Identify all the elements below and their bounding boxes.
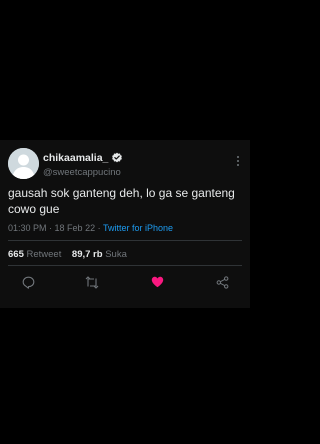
tweet-meta: 01:30 PM · 18 Feb 22 · Twitter for iPhon… xyxy=(8,223,173,233)
reply-icon xyxy=(22,276,34,289)
retweet-count[interactable]: 665 xyxy=(8,249,24,260)
share-button[interactable] xyxy=(211,271,233,293)
like-count[interactable]: 89,7 rb xyxy=(72,249,103,260)
divider xyxy=(8,265,242,266)
reply-button[interactable] xyxy=(17,271,39,293)
action-bar xyxy=(0,271,250,293)
tweet-text: gausah sok ganteng deh, lo ga se ganteng… xyxy=(8,186,235,216)
tweet-date: 18 Feb 22 xyxy=(54,223,96,233)
like-label[interactable]: Suka xyxy=(105,249,127,260)
heart-icon xyxy=(151,276,163,288)
author-handle[interactable]: @sweetcappucino xyxy=(43,167,121,178)
engagement-stats: 665 Retweet 89,7 rb Suka xyxy=(8,249,127,260)
tweet-card[interactable]: chikaamalia_ @sweetcappucino gausah sok … xyxy=(0,140,250,308)
author-name-row: chikaamalia_ xyxy=(43,151,123,165)
tweet-source[interactable]: Twitter for iPhone xyxy=(103,223,173,233)
display-name[interactable]: chikaamalia_ xyxy=(43,152,108,164)
retweet-icon xyxy=(85,275,99,289)
tweet-time: 01:30 PM xyxy=(8,223,47,233)
verified-badge-icon xyxy=(112,152,123,163)
default-avatar-icon xyxy=(8,148,39,179)
avatar[interactable] xyxy=(8,148,39,179)
retweet-button[interactable] xyxy=(81,271,103,293)
more-vertical-icon[interactable] xyxy=(236,154,240,168)
retweet-label[interactable]: Retweet xyxy=(27,249,62,260)
divider xyxy=(8,240,242,241)
share-icon xyxy=(216,275,228,289)
like-button[interactable] xyxy=(146,271,168,293)
